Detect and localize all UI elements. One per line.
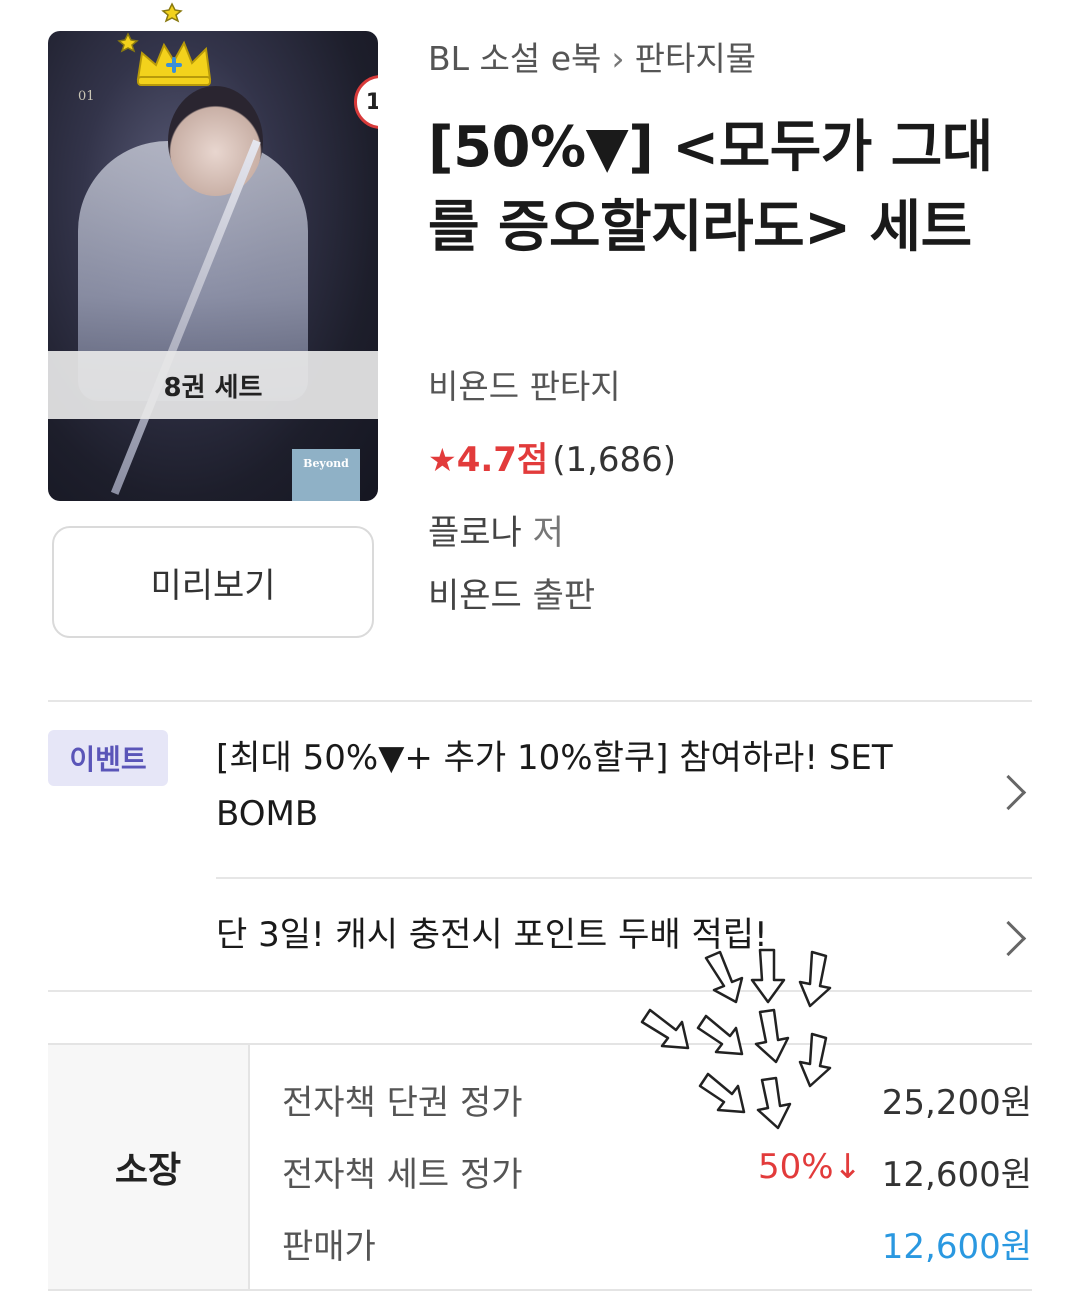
rating[interactable]: ★4.7점 (1,686) — [428, 432, 676, 481]
ownership-label: 소장 — [48, 1045, 250, 1289]
author-name[interactable]: 플로나 — [428, 513, 522, 553]
price-label: 전자책 단권 정가 — [282, 1083, 523, 1123]
price-label: 전자책 세트 정가 — [282, 1155, 523, 1195]
book-cover[interactable]: 01 19 8권 세트 Beyond — [48, 31, 378, 501]
publisher-line: 비욘드 출판 — [428, 568, 595, 617]
discount-rate: 50%↓ — [757, 1147, 862, 1187]
rating-count: (1,686) — [552, 440, 677, 480]
cover-face — [168, 86, 263, 196]
chevron-right-icon[interactable] — [990, 774, 1027, 811]
divider — [216, 877, 1032, 879]
price-row-sale: 판매가 12,600원 — [282, 1219, 1032, 1275]
author-role: 저 — [532, 513, 564, 553]
preview-button[interactable]: 미리보기 — [52, 526, 374, 638]
chevron-right-icon: › — [611, 39, 625, 78]
breadcrumb-item-genre[interactable]: 판타지물 — [635, 39, 756, 78]
book-category[interactable]: 비욘드 판타지 — [428, 360, 621, 408]
breadcrumb: BL 소설 e북 › 판타지물 — [428, 32, 756, 80]
event-tag: 이벤트 — [48, 730, 168, 786]
sparkle-icon — [161, 2, 183, 23]
price-row-set: 전자책 세트 정가 50%↓ 12,600원 — [282, 1147, 1032, 1203]
crown-sticker-icon — [136, 40, 212, 86]
cover-volume-label: 01 — [78, 89, 95, 104]
star-icon: ★ — [428, 441, 457, 479]
price-panel: 소장 전자책 단권 정가 25,200원 전자책 세트 정가 50%↓ 12,6… — [48, 1043, 1032, 1291]
price-value: 12,600원 — [881, 1155, 1032, 1195]
divider — [48, 990, 1032, 992]
set-count-banner: 8권 세트 — [48, 351, 378, 419]
age-rating-badge: 19 — [354, 75, 378, 129]
publisher-role: 출판 — [532, 576, 596, 616]
divider — [48, 700, 1032, 702]
rating-score: 4.7점 — [456, 440, 549, 480]
author-line: 플로나 저 — [428, 505, 564, 554]
book-title: [50%▼] <모두가 그대를 증오할지라도> 세트 — [428, 115, 993, 260]
chevron-right-icon[interactable] — [990, 920, 1027, 957]
publisher-logo: Beyond — [292, 449, 360, 501]
event-item[interactable]: [최대 50%▼+ 추가 10%할쿠] 참여하라! SET BOMB — [216, 730, 976, 842]
price-value: 25,200원 — [881, 1083, 1032, 1123]
price-label: 판매가 — [282, 1227, 376, 1267]
breadcrumb-item-category[interactable]: BL 소설 e북 — [428, 39, 601, 78]
event-item[interactable]: 단 3일! 캐시 충전시 포인트 두배 적립! — [216, 910, 976, 960]
publisher-name[interactable]: 비욘드 — [428, 576, 522, 616]
sale-price: 12,600원 — [881, 1227, 1032, 1267]
price-row-single: 전자책 단권 정가 25,200원 — [282, 1075, 1032, 1131]
doodle-arrow-icon — [798, 950, 832, 1008]
